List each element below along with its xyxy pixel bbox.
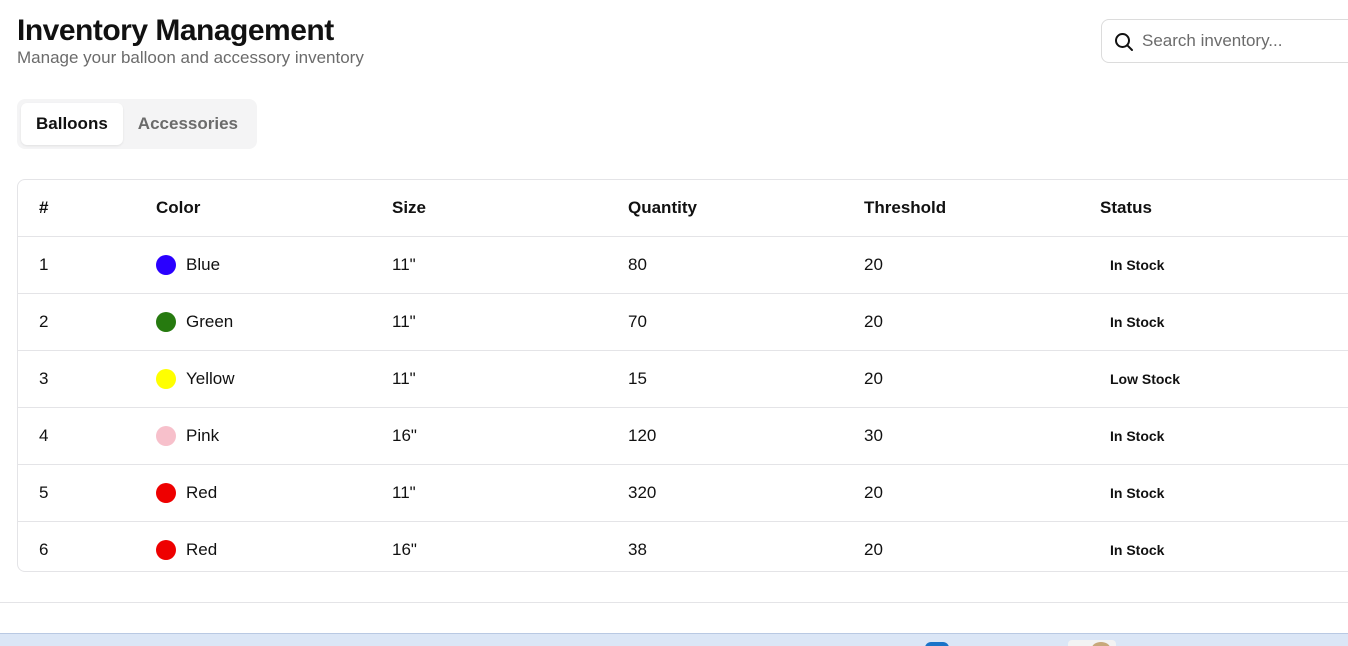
color-cell: Red bbox=[156, 540, 392, 560]
column-header-quantity[interactable]: Quantity bbox=[628, 180, 864, 237]
table-row[interactable]: 1 Blue 11" 80 20 In Stock bbox=[18, 236, 1348, 294]
row-number: 2 bbox=[39, 312, 49, 331]
threshold-cell: 20 bbox=[864, 369, 883, 388]
browser-icon[interactable] bbox=[925, 642, 949, 646]
inventory-table: # Color Size Quantity Threshold Status 1… bbox=[18, 180, 1348, 572]
tab-balloons[interactable]: Balloons bbox=[21, 103, 123, 145]
avatar-icon bbox=[1092, 642, 1110, 646]
color-label: Green bbox=[186, 312, 234, 331]
status-badge: In Stock bbox=[1110, 428, 1165, 444]
status-badge: In Stock bbox=[1110, 542, 1165, 558]
size-cell: 11" bbox=[392, 312, 416, 331]
row-number: 4 bbox=[39, 426, 49, 445]
threshold-cell: 20 bbox=[864, 312, 883, 331]
quantity-cell: 80 bbox=[628, 255, 647, 274]
status-badge: In Stock bbox=[1110, 485, 1165, 501]
size-cell: 16" bbox=[392, 540, 417, 559]
taskbar bbox=[0, 633, 1348, 646]
size-cell: 11" bbox=[392, 369, 416, 388]
quantity-cell: 120 bbox=[628, 426, 657, 445]
tab-list: Balloons Accessories bbox=[17, 99, 257, 149]
row-number: 5 bbox=[39, 483, 49, 502]
size-cell: 11" bbox=[392, 255, 416, 274]
color-swatch-icon bbox=[156, 483, 176, 503]
row-number: 6 bbox=[39, 540, 49, 559]
color-label: Blue bbox=[186, 255, 221, 274]
inventory-table-card: # Color Size Quantity Threshold Status 1… bbox=[17, 179, 1348, 572]
color-label: Yellow bbox=[186, 369, 235, 388]
page-title: Inventory Management bbox=[17, 14, 334, 47]
page: Inventory Management Manage your balloon… bbox=[0, 0, 1348, 646]
status-badge: In Stock bbox=[1110, 314, 1165, 330]
quantity-cell: 15 bbox=[628, 369, 647, 388]
threshold-cell: 30 bbox=[864, 426, 883, 445]
color-cell: Yellow bbox=[156, 369, 392, 389]
color-swatch-icon bbox=[156, 426, 176, 446]
table-header-row: # Color Size Quantity Threshold Status bbox=[18, 180, 1348, 237]
quantity-cell: 320 bbox=[628, 483, 657, 502]
column-header-status[interactable]: Status bbox=[1100, 180, 1348, 237]
taskbar-avatar[interactable] bbox=[1068, 640, 1116, 646]
table-row[interactable]: 5 Red 11" 320 20 In Stock bbox=[18, 464, 1348, 522]
color-swatch-icon bbox=[156, 312, 176, 332]
search-icon bbox=[1115, 33, 1133, 51]
footer-divider bbox=[0, 602, 1348, 603]
quantity-cell: 70 bbox=[628, 312, 647, 331]
table-row[interactable]: 3 Yellow 11" 15 20 Low Stock bbox=[18, 350, 1348, 408]
column-header-threshold[interactable]: Threshold bbox=[864, 180, 1100, 237]
color-swatch-icon bbox=[156, 540, 176, 560]
color-cell: Pink bbox=[156, 426, 392, 446]
search-box[interactable] bbox=[1101, 19, 1348, 63]
color-label: Red bbox=[186, 540, 218, 559]
color-label: Red bbox=[186, 483, 218, 502]
table-row[interactable]: 2 Green 11" 70 20 In Stock bbox=[18, 293, 1348, 351]
row-number: 1 bbox=[39, 255, 49, 274]
column-header-color[interactable]: Color bbox=[156, 180, 392, 237]
threshold-cell: 20 bbox=[864, 255, 883, 274]
size-cell: 11" bbox=[392, 483, 416, 502]
column-header-number[interactable]: # bbox=[18, 180, 156, 237]
color-swatch-icon bbox=[156, 369, 176, 389]
status-badge: Low Stock bbox=[1110, 371, 1181, 387]
size-cell: 16" bbox=[392, 426, 417, 445]
page-subtitle: Manage your balloon and accessory invent… bbox=[17, 48, 364, 67]
color-swatch-icon bbox=[156, 255, 176, 275]
threshold-cell: 20 bbox=[864, 540, 883, 559]
color-cell: Blue bbox=[156, 255, 392, 275]
status-badge: In Stock bbox=[1110, 257, 1165, 273]
table-row[interactable]: 6 Red 16" 38 20 In Stock bbox=[18, 521, 1348, 572]
threshold-cell: 20 bbox=[864, 483, 883, 502]
color-cell: Red bbox=[156, 483, 392, 503]
color-label: Pink bbox=[186, 426, 220, 445]
search-input[interactable] bbox=[1142, 26, 1342, 56]
tab-accessories[interactable]: Accessories bbox=[123, 103, 253, 145]
table-row[interactable]: 4 Pink 16" 120 30 In Stock bbox=[18, 407, 1348, 465]
column-header-size[interactable]: Size bbox=[392, 180, 628, 237]
row-number: 3 bbox=[39, 369, 49, 388]
quantity-cell: 38 bbox=[628, 540, 647, 559]
color-cell: Green bbox=[156, 312, 392, 332]
